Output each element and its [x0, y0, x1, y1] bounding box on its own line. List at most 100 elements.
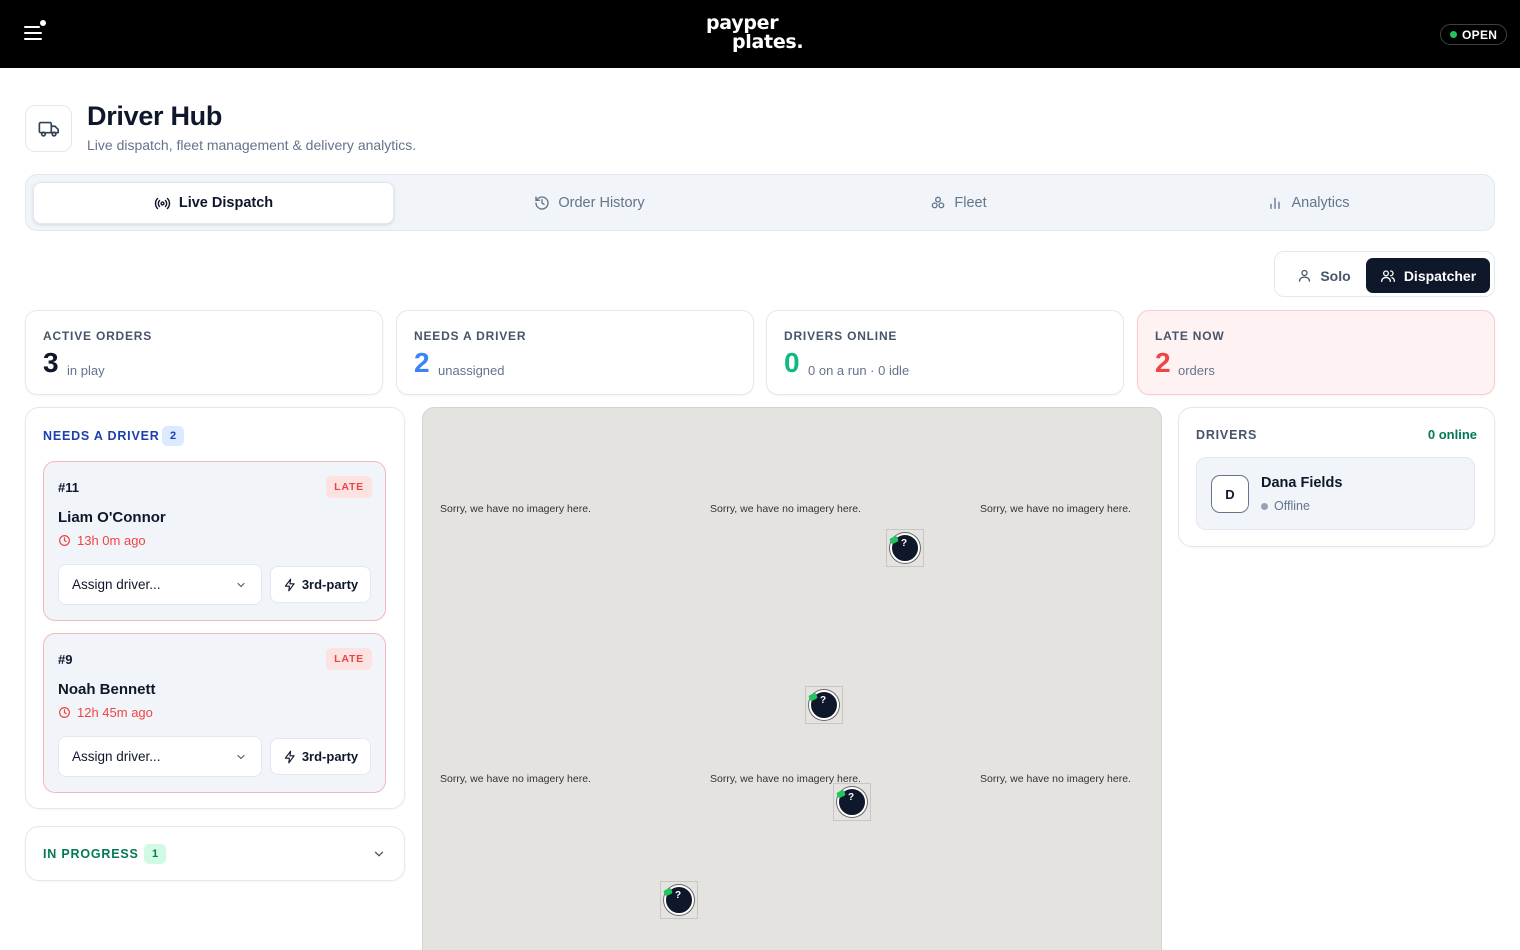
stat-label: DRIVERS ONLINE [784, 329, 898, 343]
notification-dot [40, 20, 46, 26]
dispatch-map[interactable]: Sorry, we have no imagery here. Sorry, w… [422, 407, 1162, 950]
stat-unit: orders [1178, 363, 1215, 378]
stat-unit: 0 on a run · 0 idle [808, 363, 910, 378]
drivers-online-count: 0 online [1427, 427, 1477, 442]
order-card[interactable]: #9 LATE Noah Bennett 12h 45m ago Assign … [43, 633, 386, 793]
dispatcher-mode-label: Dispatcher [1403, 267, 1477, 284]
map-marker[interactable]: ? [833, 783, 871, 821]
avatar: D [1211, 475, 1249, 513]
stat-value: 2 [1155, 347, 1171, 378]
customer-name: Liam O'Connor [58, 509, 166, 526]
map-marker[interactable]: ? [886, 529, 924, 567]
map-tile-message: Sorry, we have no imagery here. [980, 773, 1131, 785]
fleet-icon [932, 196, 945, 209]
logo[interactable]: payper plates. [706, 14, 804, 53]
late-badge: LATE [326, 648, 372, 670]
user-icon [1299, 269, 1311, 282]
stat-value: 0 [784, 347, 800, 378]
in-progress-count: 1 [144, 844, 166, 864]
store-status-label: OPEN [1462, 27, 1498, 42]
truck-icon [25, 105, 72, 152]
history-icon [535, 196, 550, 210]
driver-status: Offline [1261, 499, 1310, 513]
customer-name: Noah Bennett [58, 681, 156, 698]
order-age-text: 13h 0m ago [77, 533, 146, 548]
logo-line-2: plates. [732, 31, 804, 53]
chevron-down-icon [237, 582, 245, 587]
lightning-icon [284, 750, 295, 763]
map-tile-message: Sorry, we have no imagery here. [440, 773, 591, 785]
top-bar: payper plates. OPEN [0, 0, 1520, 68]
tab-fleet[interactable]: Fleet [778, 182, 1139, 224]
stat-card-needs-driver: NEEDS A DRIVER 2 unassigned [396, 310, 754, 395]
store-status-badge[interactable]: OPEN [1440, 24, 1508, 45]
tab-label: Live Dispatch [178, 195, 274, 211]
chevron-down-icon[interactable] [372, 847, 386, 861]
assign-driver-select[interactable]: Assign driver... [58, 736, 262, 777]
needs-driver-title: NEEDS A DRIVER [43, 429, 160, 443]
map-marker[interactable]: ? [660, 881, 698, 919]
bar-chart-icon [1270, 197, 1281, 209]
third-party-button[interactable]: 3rd-party [270, 566, 371, 603]
chevron-down-icon [237, 754, 245, 759]
in-progress-section[interactable]: IN PROGRESS 1 [25, 826, 405, 881]
status-dot-icon [1450, 31, 1457, 38]
map-tile-message: Sorry, we have no imagery here. [710, 503, 861, 515]
tab-label: Analytics [1291, 195, 1350, 211]
tab-order-history[interactable]: Order History [409, 182, 770, 224]
stat-value: 3 [43, 347, 59, 378]
solo-mode-label: Solo [1320, 267, 1351, 284]
clock-icon [59, 707, 70, 718]
main-tabs: Live Dispatch Order History Fleet Analyt… [25, 174, 1495, 231]
users-icon [1380, 269, 1395, 282]
assign-driver-placeholder: Assign driver... [72, 577, 161, 592]
order-card[interactable]: #11 LATE Liam O'Connor 13h 0m ago Assign… [43, 461, 386, 621]
order-id: #11 [58, 480, 79, 495]
marker-glyph: ? [819, 695, 827, 706]
third-party-button[interactable]: 3rd-party [270, 738, 371, 775]
drivers-title: DRIVERS [1196, 428, 1258, 442]
tab-label: Order History [558, 195, 645, 211]
mode-toggle: Solo Dispatcher [1274, 251, 1495, 297]
driver-card[interactable]: D Dana Fields Offline [1196, 457, 1475, 530]
needs-driver-count: 2 [162, 426, 184, 446]
lightning-icon [284, 578, 295, 591]
drivers-panel: DRIVERS 0 online D Dana Fields Offline [1178, 407, 1495, 547]
order-age: 13h 0m ago [58, 533, 146, 548]
tab-analytics[interactable]: Analytics [1128, 182, 1489, 224]
map-tile-message: Sorry, we have no imagery here. [980, 503, 1131, 515]
late-badge: LATE [326, 476, 372, 498]
dispatcher-mode-button[interactable]: Dispatcher [1366, 258, 1490, 293]
stat-card-drivers-online: DRIVERS ONLINE 0 0 on a run · 0 idle [766, 310, 1124, 395]
driver-status-label: Offline [1274, 499, 1310, 513]
stat-card-late-now: LATE NOW 2 orders [1137, 310, 1495, 395]
map-marker[interactable]: ? [805, 686, 843, 724]
in-progress-title: IN PROGRESS [43, 847, 139, 861]
driver-name: Dana Fields [1261, 475, 1343, 491]
stat-unit: unassigned [438, 363, 505, 378]
order-age: 12h 45m ago [58, 705, 153, 720]
stat-label: NEEDS A DRIVER [414, 329, 527, 343]
stat-card-active-orders: ACTIVE ORDERS 3 in play [25, 310, 383, 395]
solo-mode-button[interactable]: Solo [1281, 258, 1367, 293]
stat-label: LATE NOW [1155, 329, 1225, 343]
marker-glyph: ? [674, 890, 682, 901]
menu-icon[interactable] [24, 20, 48, 44]
assign-driver-placeholder: Assign driver... [72, 749, 161, 764]
map-tile-message: Sorry, we have no imagery here. [440, 503, 591, 515]
broadcast-icon [154, 197, 170, 209]
marker-glyph: ? [900, 538, 908, 549]
third-party-label: 3rd-party [301, 577, 359, 592]
stat-unit: in play [67, 363, 105, 378]
needs-driver-panel: NEEDS A DRIVER 2 #11 LATE Liam O'Connor … [25, 407, 405, 809]
page-title: Driver Hub [87, 101, 223, 131]
page-subtitle: Live dispatch, fleet management & delive… [87, 137, 417, 153]
third-party-label: 3rd-party [301, 749, 359, 764]
tab-label: Fleet [954, 195, 987, 211]
tab-live-dispatch[interactable]: Live Dispatch [33, 182, 394, 224]
status-dot-icon [1261, 502, 1268, 510]
stat-label: ACTIVE ORDERS [43, 329, 153, 343]
stat-value: 2 [414, 347, 430, 378]
assign-driver-select[interactable]: Assign driver... [58, 564, 262, 605]
marker-glyph: ? [847, 792, 855, 803]
